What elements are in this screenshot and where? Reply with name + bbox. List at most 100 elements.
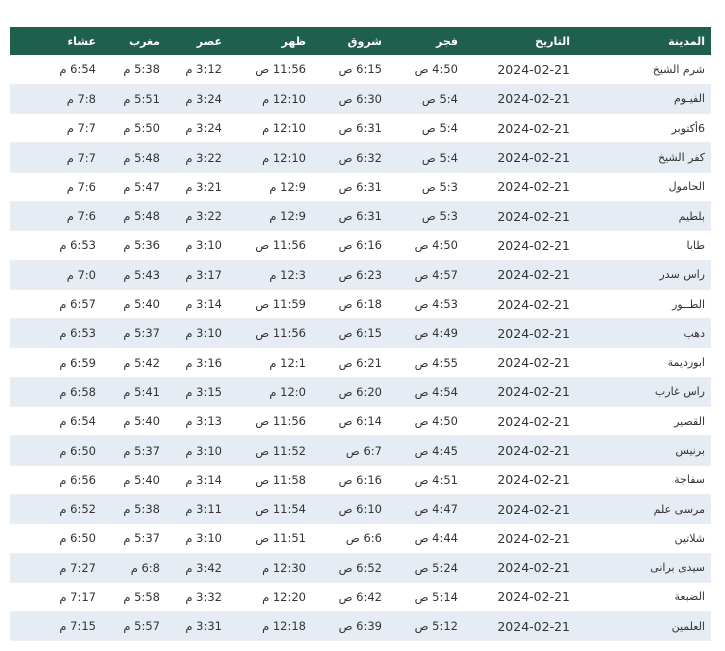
- cell-sunrise: 6:10 ص: [312, 494, 388, 525]
- cell-date: 2024-02-21: [464, 289, 576, 320]
- header-sunrise: شروق: [347, 34, 382, 48]
- cell-dhuhr: 11:56 ص: [228, 318, 312, 349]
- prayer-times-container: المدينة التاريخ فجر شروق ظهر عصر مغرب عش…: [10, 27, 711, 642]
- cell-isha: 7:7 م: [10, 113, 102, 144]
- cell-maghrib: 5:48 م: [102, 201, 166, 232]
- cell-dhuhr: 12:10 م: [228, 84, 312, 115]
- cell-dhuhr: 11:56 ص: [228, 55, 312, 85]
- cell-maghrib: 5:41 م: [102, 377, 166, 408]
- cell-city: ابورديمة: [576, 347, 711, 378]
- cell-fajr: 4:45 ص: [388, 435, 464, 466]
- cell-isha: 6:57 م: [10, 289, 102, 320]
- cell-dhuhr: 11:51 ص: [228, 523, 312, 554]
- cell-asr: 3:22 م: [166, 201, 228, 232]
- cell-sunrise: 6:32 ص: [312, 142, 388, 173]
- cell-dhuhr: 11:52 ص: [228, 435, 312, 466]
- cell-isha: 7:7 م: [10, 142, 102, 173]
- cell-asr: 3:21 م: [166, 172, 228, 202]
- cell-isha: 6:50 م: [10, 523, 102, 554]
- cell-date: 2024-02-21: [464, 172, 576, 202]
- cell-sunrise: 6:30 ص: [312, 84, 388, 115]
- cell-city: برنيس: [576, 435, 711, 466]
- cell-date: 2024-02-21: [464, 201, 576, 232]
- header-date: التاريخ: [535, 34, 570, 48]
- cell-city: شرم الشيخ: [576, 55, 711, 85]
- cell-isha: 7:0 م: [10, 260, 102, 290]
- cell-dhuhr: 12:20 م: [228, 582, 312, 613]
- cell-fajr: 5:4 ص: [388, 113, 464, 144]
- cell-date: 2024-02-21: [464, 260, 576, 290]
- cell-maghrib: 5:37 م: [102, 318, 166, 349]
- cell-city: بلطيم: [576, 201, 711, 232]
- header-isha: عشاء: [67, 34, 96, 48]
- cell-fajr: 4:50 ص: [388, 230, 464, 261]
- cell-sunrise: 6:16 ص: [312, 230, 388, 261]
- cell-asr: 3:10 م: [166, 318, 228, 349]
- cell-maghrib: 5:47 م: [102, 172, 166, 202]
- cell-fajr: 4:57 ص: [388, 260, 464, 290]
- cell-isha: 7:27 م: [10, 553, 102, 583]
- cell-date: 2024-02-21: [464, 553, 576, 583]
- cell-isha: 6:56 م: [10, 465, 102, 495]
- table-row: الطــور 2024-02-21 4:53 ص 6:18 ص 11:59 ص 3:14…: [10, 289, 711, 320]
- cell-city: راس غارب: [576, 377, 711, 408]
- cell-city: طابا: [576, 230, 711, 261]
- cell-city: الحامول: [576, 172, 711, 202]
- table-row: سيدى برانى 2024-02-21 5:24 ص 6:52 ص 12:30 م3…: [10, 553, 711, 583]
- cell-sunrise: 6:7 ص: [312, 435, 388, 466]
- cell-maghrib: 5:37 م: [102, 523, 166, 554]
- cell-date: 2024-02-21: [464, 347, 576, 378]
- cell-city: الضبعة: [576, 582, 711, 613]
- cell-asr: 3:16 م: [166, 347, 228, 378]
- cell-city: مرسى علم: [576, 494, 711, 525]
- cell-dhuhr: 11:56 ص: [228, 406, 312, 437]
- cell-fajr: 4:53 ص: [388, 289, 464, 320]
- cell-sunrise: 6:21 ص: [312, 347, 388, 378]
- cell-dhuhr: 12:3 م: [228, 260, 312, 290]
- cell-date: 2024-02-21: [464, 406, 576, 437]
- cell-isha: 7:17 م: [10, 582, 102, 613]
- cell-city: العلمين: [576, 611, 711, 642]
- cell-asr: 3:17 م: [166, 260, 228, 290]
- cell-date: 2024-02-21: [464, 377, 576, 408]
- cell-dhuhr: 12:0 م: [228, 377, 312, 408]
- cell-sunrise: 6:31 ص: [312, 113, 388, 144]
- cell-fajr: 5:12 ص: [388, 611, 464, 642]
- cell-maghrib: 5:48 م: [102, 142, 166, 173]
- cell-dhuhr: 12:10 م: [228, 142, 312, 173]
- cell-city: سيدى برانى: [576, 553, 711, 583]
- cell-dhuhr: 12:1 م: [228, 347, 312, 378]
- cell-maghrib: 5:36 م: [102, 230, 166, 261]
- cell-date: 2024-02-21: [464, 55, 576, 85]
- cell-maghrib: 5:38 م: [102, 55, 166, 85]
- cell-asr: 3:10 م: [166, 523, 228, 554]
- table-row: الفيـوم 2024-02-21 5:4 ص 6:30 ص 12:10 م 3:24 …: [10, 84, 711, 115]
- cell-date: 2024-02-21: [464, 494, 576, 525]
- cell-fajr: 5:24 ص: [388, 553, 464, 583]
- cell-maghrib: 6:8 م: [102, 553, 166, 583]
- table-header: المدينة التاريخ فجر شروق ظهر عصر مغرب عش…: [10, 27, 711, 55]
- cell-dhuhr: 12:18 م: [228, 611, 312, 642]
- cell-city: كفر الشيخ: [576, 142, 711, 173]
- cell-dhuhr: 11:58 ص: [228, 465, 312, 495]
- cell-isha: 6:53 م: [10, 318, 102, 349]
- cell-maghrib: 5:38 م: [102, 494, 166, 525]
- cell-fajr: 4:50 ص: [388, 406, 464, 437]
- cell-fajr: 4:54 ص: [388, 377, 464, 408]
- table-row: الحامول 2024-02-21 5:3 ص 6:31 ص 12:9 م 3:21 م…: [10, 172, 711, 202]
- cell-asr: 3:11 م: [166, 494, 228, 525]
- table-row: شرم الشيخ 2024-02-21 4:50 ص 6:15 ص 11:56 ص 3:…: [10, 55, 711, 85]
- cell-maghrib: 5:51 م: [102, 84, 166, 115]
- cell-fajr: 5:4 ص: [388, 142, 464, 173]
- header-city: المدينة: [668, 34, 705, 48]
- cell-asr: 3:13 م: [166, 406, 228, 437]
- cell-dhuhr: 12:10 م: [228, 113, 312, 144]
- cell-fajr: 4:44 ص: [388, 523, 464, 554]
- header-dhuhr: ظهر: [281, 34, 306, 48]
- cell-city: القصير: [576, 406, 711, 437]
- prayer-times-table: المدينة التاريخ فجر شروق ظهر عصر مغرب عش…: [10, 27, 711, 642]
- table-row: برنيس 2024-02-21 4:45 ص 6:7 ص 11:52 ص 3:10 م5…: [10, 435, 711, 466]
- cell-asr: 3:14 م: [166, 289, 228, 320]
- table-row: راس غارب 2024-02-21 4:54 ص 6:20 ص 12:0 م 3:15…: [10, 377, 711, 408]
- header-maghrib: مغرب: [129, 34, 160, 48]
